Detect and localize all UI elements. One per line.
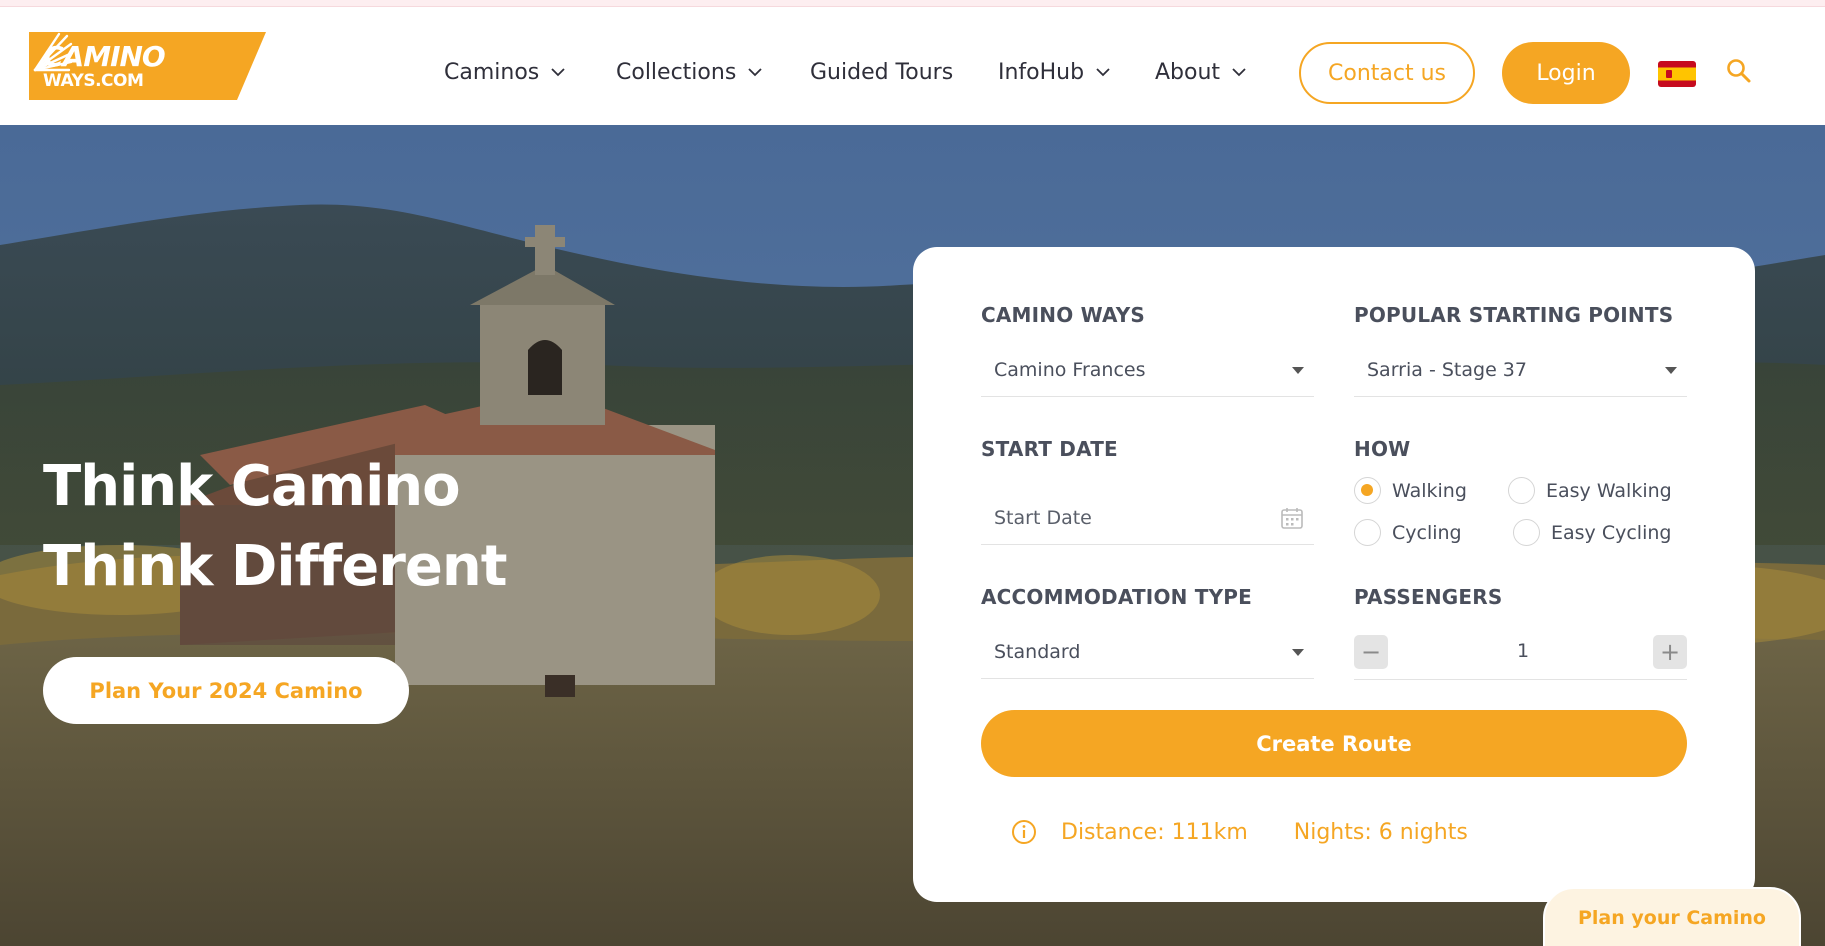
nav-caminos[interactable]: Caminos [444,52,565,92]
contact-us-button[interactable]: Contact us [1299,42,1475,104]
radio-easy-cycling-label: Easy Cycling [1551,521,1672,544]
radio-easy-walking[interactable]: Easy Walking [1508,477,1672,504]
nav-collections-label: Collections [616,59,737,85]
distance-text: Distance: 111km [1061,819,1248,845]
radio-walking[interactable]: Walking [1354,477,1467,504]
radio-unselected-icon [1513,519,1540,546]
scallop-shell-icon [33,32,73,72]
radio-easy-walking-label: Easy Walking [1546,479,1672,502]
radio-cycling-label: Cycling [1392,521,1462,544]
how-label: HOW [1354,437,1411,461]
caret-down-icon [1292,649,1304,656]
hero-title-line1: Think Camino [43,454,461,519]
caret-down-icon [1665,367,1677,374]
passengers-increment-button[interactable]: + [1653,635,1687,669]
nav-about[interactable]: About [1155,52,1246,92]
site-header: CAMINO WAYS.COM Caminos Collections Guid… [0,7,1825,125]
login-button[interactable]: Login [1502,42,1630,104]
starting-points-select[interactable]: Sarria - Stage 37 [1354,343,1687,397]
starting-points-label: POPULAR STARTING POINTS [1354,303,1674,327]
chevron-down-icon [1096,67,1110,76]
camino-ways-select[interactable]: Camino Frances [981,343,1314,397]
search-icon[interactable] [1725,57,1753,85]
nav-guided-tours-label: Guided Tours [810,59,954,85]
nights-text: Nights: 6 nights [1293,819,1468,845]
camino-ways-value: Camino Frances [994,358,1146,381]
nav-caminos-label: Caminos [444,59,540,85]
route-builder-card: CAMINO WAYS Camino Frances POPULAR START… [913,247,1755,902]
floating-plan-camino-button[interactable]: Plan your Camino [1543,887,1801,946]
accommodation-value: Standard [994,640,1081,663]
chevron-down-icon [1232,67,1246,76]
hero-title-line2: Think Different [43,534,507,599]
nav-about-label: About [1155,59,1221,85]
radio-cycling[interactable]: Cycling [1354,519,1462,546]
chevron-down-icon [551,67,565,76]
accommodation-label: ACCOMMODATION TYPE [981,585,1253,609]
nav-collections[interactable]: Collections [616,52,762,92]
calendar-icon[interactable] [1280,506,1304,530]
plan-your-camino-button[interactable]: Plan Your 2024 Camino [43,657,409,724]
passengers-label: PASSENGERS [1354,585,1503,609]
nav-infohub[interactable]: InfoHub [998,52,1110,92]
radio-unselected-icon [1354,519,1381,546]
caret-down-icon [1292,367,1304,374]
passengers-underline [1354,679,1687,680]
start-date-input[interactable]: Start Date [981,491,1314,545]
radio-selected-icon [1354,477,1381,504]
start-date-placeholder: Start Date [994,506,1092,529]
start-date-label: START DATE [981,437,1118,461]
nav-guided-tours[interactable]: Guided Tours [810,52,953,92]
starting-points-value: Sarria - Stage 37 [1367,358,1527,381]
radio-easy-cycling[interactable]: Easy Cycling [1513,519,1671,546]
top-strip [0,0,1825,7]
radio-unselected-icon [1508,477,1535,504]
info-icon [1012,820,1036,844]
chevron-down-icon [748,67,762,76]
create-route-button[interactable]: Create Route [981,710,1687,777]
radio-walking-label: Walking [1392,479,1467,502]
camino-ways-logo[interactable]: CAMINO WAYS.COM [29,32,266,100]
hero-heading: Think Camino Think Different [43,447,507,607]
nav-infohub-label: InfoHub [998,59,1085,85]
spain-flag-icon[interactable] [1658,61,1696,87]
passengers-decrement-button[interactable]: − [1354,635,1388,669]
route-summary: Distance: 111km Nights: 6 nights [1011,817,1468,847]
camino-ways-label: CAMINO WAYS [981,303,1146,327]
passengers-value[interactable]: 1 [1517,640,1529,662]
accommodation-select[interactable]: Standard [981,625,1314,679]
